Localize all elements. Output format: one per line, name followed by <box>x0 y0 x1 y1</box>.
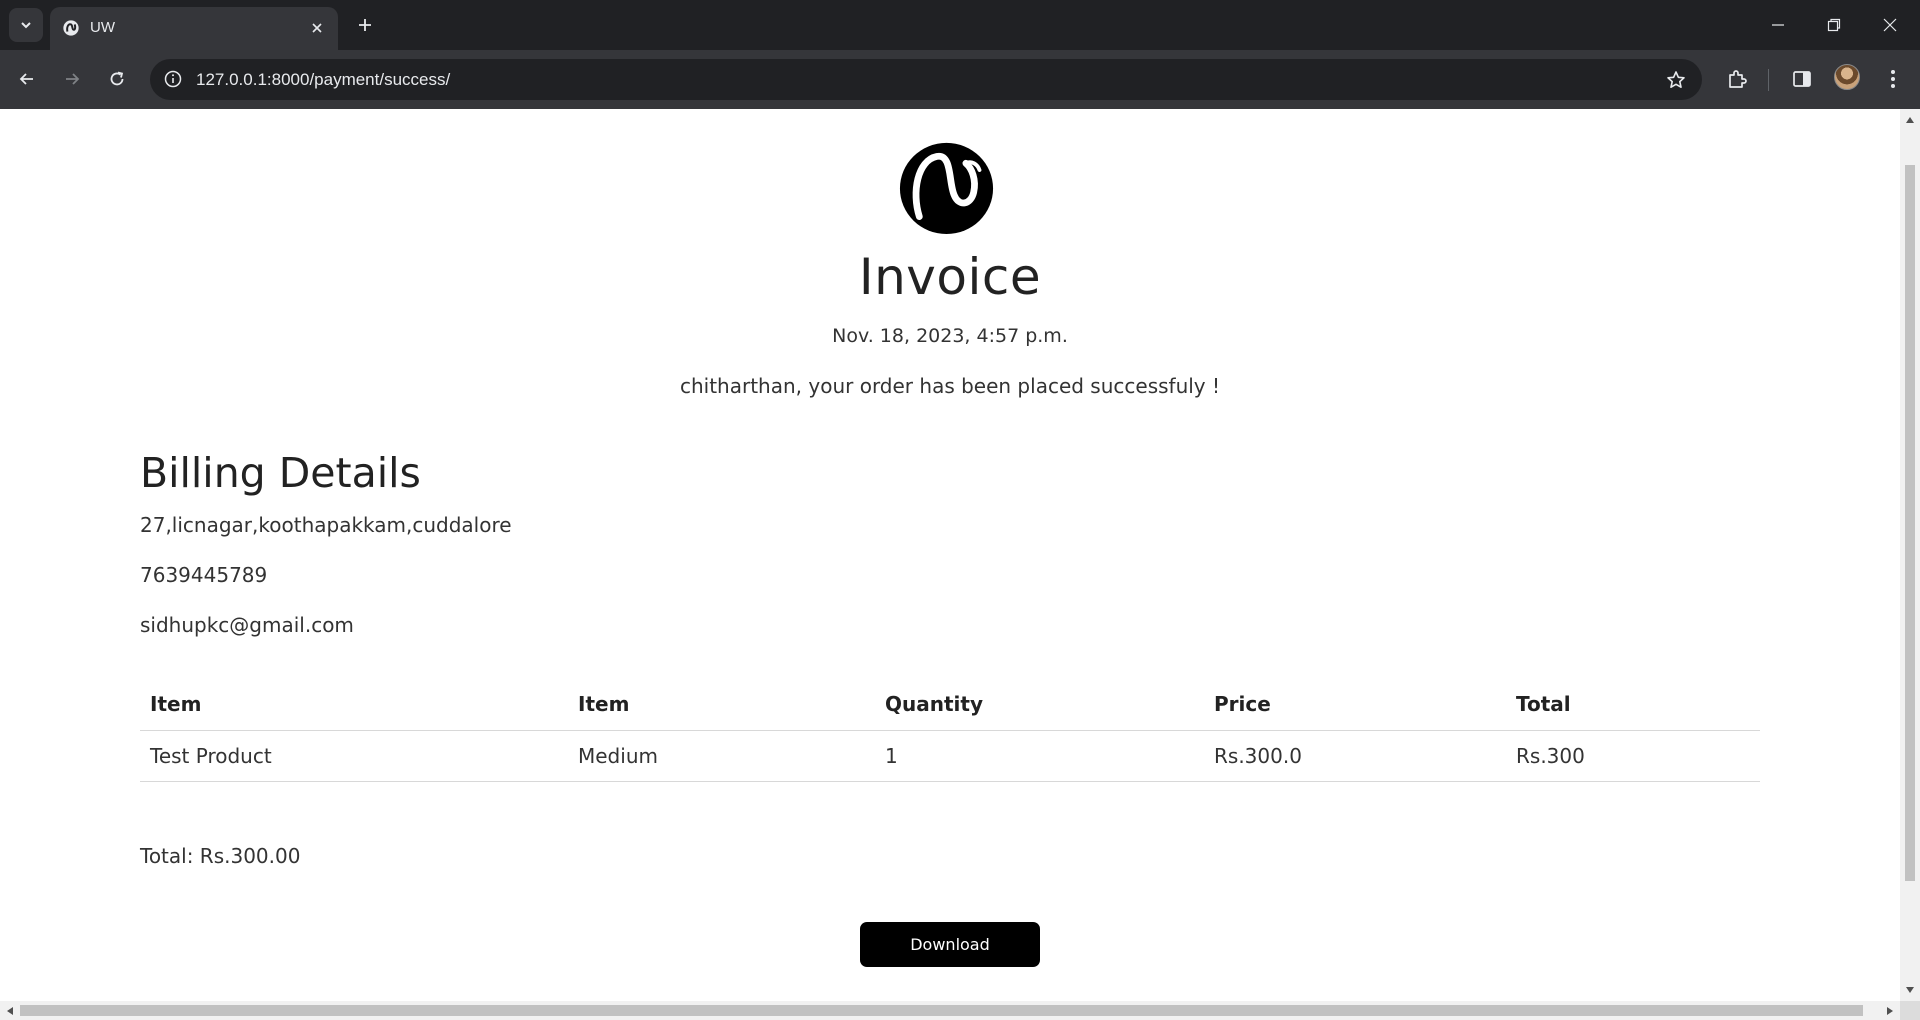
info-icon <box>164 70 182 88</box>
triangle-up-icon <box>1906 117 1914 123</box>
avatar[interactable] <box>1834 64 1860 90</box>
tab-search-button[interactable] <box>9 8 43 42</box>
address-url[interactable]: 127.0.0.1:8000/payment/success/ <box>196 70 450 90</box>
close-window-button[interactable] <box>1862 0 1918 50</box>
table-cell-variant: Medium <box>568 730 875 782</box>
table-header-row: Item Item Quantity Price Total <box>140 679 1760 731</box>
table-header-quantity: Quantity <box>875 679 1204 731</box>
reload-button[interactable] <box>102 64 132 94</box>
scroll-left-arrow[interactable] <box>5 1005 15 1016</box>
back-arrow-icon <box>19 73 33 85</box>
page-viewport: Invoice Nov. 18, 2023, 4:57 p.m. chithar… <box>0 109 1900 1001</box>
uw-logo-icon <box>63 20 79 36</box>
scroll-down-arrow[interactable] <box>1905 985 1915 995</box>
toolbar-separator <box>1768 69 1769 91</box>
address-bar[interactable]: 127.0.0.1:8000/payment/success/ <box>150 59 1702 100</box>
puzzle-icon <box>1729 70 1747 88</box>
side-panel-button[interactable] <box>1787 64 1817 94</box>
triangle-right-icon <box>1887 1006 1893 1015</box>
restore-icon <box>1827 18 1841 32</box>
invoice-date: Nov. 18, 2023, 4:57 p.m. <box>832 325 1068 347</box>
table-header-price: Price <box>1204 679 1506 731</box>
billing-details-heading: Billing Details <box>140 449 421 497</box>
close-icon <box>1883 18 1897 32</box>
reload-icon <box>110 71 124 86</box>
page-title: Invoice <box>858 248 1042 306</box>
kebab-menu-icon <box>1891 70 1895 88</box>
plus-icon <box>359 19 371 31</box>
vertical-scrollbar-thumb[interactable] <box>1905 165 1915 881</box>
table-cell-item: Test Product <box>140 730 568 782</box>
scroll-right-arrow[interactable] <box>1885 1005 1895 1016</box>
billing-address: 27,licnagar,koothapakkam,cuddalore <box>140 513 512 537</box>
new-tab-button[interactable] <box>352 12 378 38</box>
star-icon <box>1667 71 1685 88</box>
forward-arrow-icon <box>66 73 80 85</box>
forward-button[interactable] <box>57 64 87 94</box>
horizontal-scrollbar[interactable] <box>0 1001 1900 1020</box>
table-header-item-variant: Item <box>568 679 875 731</box>
table-cell-total: Rs.300 <box>1506 730 1760 782</box>
tab-title: UW <box>90 19 115 36</box>
order-total: Total: Rs.300.00 <box>140 844 301 868</box>
scrollbar-corner <box>1900 1001 1920 1020</box>
table-cell-quantity: 1 <box>875 730 1204 782</box>
browser-tab[interactable]: UW <box>50 7 338 50</box>
vertical-scrollbar[interactable] <box>1900 109 1920 1001</box>
chevron-down-icon <box>21 22 31 29</box>
side-panel-icon <box>1793 71 1811 87</box>
close-icon <box>312 23 322 33</box>
restore-button[interactable] <box>1806 0 1862 50</box>
extensions-button[interactable] <box>1722 64 1752 94</box>
triangle-down-icon <box>1906 987 1914 993</box>
browser-menu-button[interactable] <box>1878 64 1908 94</box>
table-cell-price: Rs.300.0 <box>1204 730 1506 782</box>
download-button[interactable]: Download <box>860 922 1040 967</box>
uw-logo-icon <box>899 142 994 235</box>
invoice-items-table: Item Item Quantity Price Total Test Prod… <box>140 679 1760 782</box>
bookmark-button[interactable] <box>1664 68 1688 92</box>
billing-phone: 7639445789 <box>140 563 268 587</box>
minimize-button[interactable] <box>1750 0 1806 50</box>
site-info-button[interactable] <box>162 68 184 90</box>
back-button[interactable] <box>12 64 42 94</box>
order-confirmation-message: chitharthan, your order has been placed … <box>679 374 1221 398</box>
table-header-item: Item <box>140 679 568 731</box>
table-row: Test Product Medium 1 Rs.300.0 Rs.300 <box>140 730 1760 782</box>
billing-email: sidhupkc@gmail.com <box>140 613 354 637</box>
horizontal-scrollbar-thumb[interactable] <box>20 1005 1863 1016</box>
browser-tab-bar: UW <box>0 0 1920 50</box>
table-header-total: Total <box>1506 679 1760 731</box>
scroll-up-arrow[interactable] <box>1905 115 1915 125</box>
triangle-left-icon <box>7 1006 13 1015</box>
minimize-icon <box>1772 24 1784 26</box>
browser-toolbar: 127.0.0.1:8000/payment/success/ <box>0 50 1920 109</box>
tab-close-button[interactable] <box>306 17 328 39</box>
